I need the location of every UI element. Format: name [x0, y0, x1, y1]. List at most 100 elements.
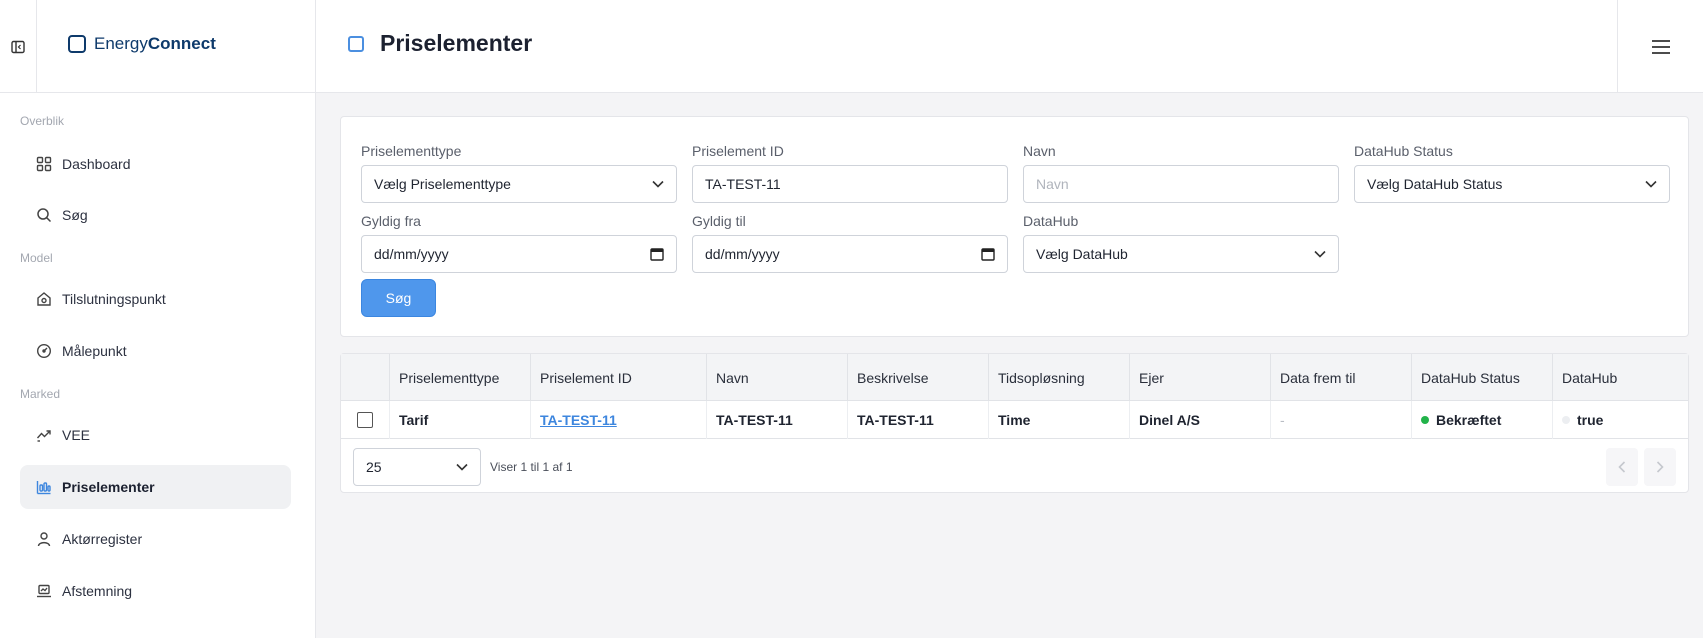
chevron-down-icon	[456, 463, 468, 471]
sidebar-item-label: Aktørregister	[62, 531, 143, 547]
column-header[interactable]: Beskrivelse	[847, 354, 988, 401]
chevron-down-icon	[1314, 250, 1326, 258]
grid-icon	[36, 156, 52, 172]
sidebar-item-label: Målepunkt	[62, 343, 127, 359]
column-header[interactable]: Priselement ID	[530, 354, 706, 401]
sidebar-item-priselementer[interactable]: Priselementer	[20, 465, 291, 509]
chevron-right-icon	[1656, 461, 1664, 473]
sidebar: EnergyConnect Overblik Dashboard Søg Mod…	[0, 0, 316, 638]
cell-data-until: -	[1270, 401, 1411, 439]
column-header[interactable]: DataHub	[1552, 354, 1688, 401]
sidebar-item-label: Tilslutningspunkt	[62, 291, 166, 307]
filter-name-field: Navn Navn	[1023, 143, 1339, 203]
section-label-marked: Marked	[20, 387, 61, 401]
cell-status: Bekræftet	[1411, 401, 1552, 439]
collapse-sidebar-button[interactable]	[0, 0, 37, 93]
row-checkbox[interactable]	[357, 412, 373, 428]
price-chart-icon	[36, 481, 51, 495]
previous-page-button[interactable]	[1606, 448, 1638, 486]
filter-panel: Priselementtype Vælg Priselementtype Pri…	[340, 116, 1689, 337]
calendar-icon[interactable]	[650, 247, 664, 261]
filter-datahub-label: DataHub	[1023, 213, 1079, 229]
filter-name-input[interactable]: Navn	[1023, 165, 1339, 203]
filter-id-field: Priselement ID TA-TEST-11	[692, 143, 1008, 203]
gauge-icon	[36, 343, 52, 359]
filter-type-label: Priselementtype	[361, 143, 462, 159]
cell-id: TA-TEST-11	[530, 401, 706, 439]
user-icon	[37, 532, 51, 547]
sidebar-item-vee[interactable]: VEE	[20, 413, 291, 457]
chevron-down-icon	[1645, 180, 1657, 188]
table-header: Priselementtype Priselement ID Navn Besk…	[341, 354, 1688, 401]
page-size-select[interactable]: 25	[353, 448, 481, 486]
column-header[interactable]: Tidsopløsning	[988, 354, 1129, 401]
next-page-button[interactable]	[1644, 448, 1676, 486]
sidebar-item-dashboard[interactable]: Dashboard	[20, 142, 291, 186]
datahub-value: true	[1577, 412, 1604, 428]
status-dot-icon	[1421, 416, 1429, 424]
column-header[interactable]: Priselementtype	[389, 354, 530, 401]
priselement-link[interactable]: TA-TEST-11	[540, 412, 617, 428]
column-header[interactable]: Navn	[706, 354, 847, 401]
filter-status-field: DataHub Status Vælg DataHub Status	[1354, 143, 1670, 203]
sidebar-item-label: VEE	[62, 427, 91, 443]
filter-id-input[interactable]: TA-TEST-11	[692, 165, 1008, 203]
filter-type-field: Priselementtype Vælg Priselementtype	[361, 143, 677, 203]
sidebar-item-search[interactable]: Søg	[20, 193, 291, 237]
chevron-down-icon	[652, 180, 664, 188]
results-table: Priselementtype Priselement ID Navn Besk…	[340, 353, 1689, 493]
filter-status-select[interactable]: Vælg DataHub Status	[1354, 165, 1670, 203]
logo[interactable]: EnergyConnect	[68, 34, 216, 54]
filter-valid-to-label: Gyldig til	[692, 213, 746, 229]
laptop-icon	[37, 584, 51, 598]
sidebar-toggle-icon	[11, 40, 25, 53]
search-button[interactable]: Søg	[361, 279, 436, 317]
datahub-dot-icon	[1562, 416, 1570, 424]
filter-datahub-field: DataHub Vælg DataHub	[1023, 213, 1339, 273]
filter-valid-to-input[interactable]: dd/mm/yyyy	[692, 235, 1008, 273]
column-header[interactable]: DataHub Status	[1411, 354, 1552, 401]
filter-datahub-select[interactable]: Vælg DataHub	[1023, 235, 1339, 273]
column-header[interactable]: Ejer	[1129, 354, 1270, 401]
pagination-left: 25 Viser 1 til 1 af 1	[353, 448, 573, 486]
pagination-info: Viser 1 til 1 af 1	[490, 460, 573, 474]
filter-valid-from-input[interactable]: dd/mm/yyyy	[361, 235, 677, 273]
select-column-header	[341, 354, 389, 401]
section-label-model: Model	[20, 251, 53, 265]
filter-valid-to-field: Gyldig til dd/mm/yyyy	[692, 213, 1008, 273]
sidebar-item-label: Dashboard	[62, 156, 131, 172]
cell-type: Tarif	[389, 401, 530, 439]
menu-button[interactable]	[1617, 0, 1703, 93]
sidebar-item-aktorregister[interactable]: Aktørregister	[20, 517, 291, 561]
cell-datahub: true	[1552, 401, 1688, 439]
column-header[interactable]: Data frem til	[1270, 354, 1411, 401]
cell-resolution: Time	[988, 401, 1129, 439]
section-label-overblik: Overblik	[20, 114, 65, 128]
sidebar-item-afstemning[interactable]: Afstemning	[20, 569, 291, 613]
sidebar-item-tilslutningspunkt[interactable]: Tilslutningspunkt	[20, 277, 291, 321]
table-row[interactable]: Tarif TA-TEST-11 TA-TEST-11 TA-TEST-11 T…	[341, 401, 1688, 439]
filter-type-select[interactable]: Vælg Priselementtype	[361, 165, 677, 203]
cell-owner: Dinel A/S	[1129, 401, 1270, 439]
status-badge: Bekræftet	[1436, 412, 1502, 428]
title-square-icon	[348, 35, 364, 52]
cell-name: TA-TEST-11	[706, 401, 847, 439]
sidebar-item-label: Priselementer	[62, 479, 155, 495]
logo-mark-icon	[68, 35, 86, 53]
search-icon	[37, 208, 52, 223]
filter-name-label: Navn	[1023, 143, 1056, 159]
sidebar-item-label: Søg	[62, 207, 88, 223]
sidebar-header: EnergyConnect	[0, 0, 315, 93]
sidebar-item-malepunkt[interactable]: Målepunkt	[20, 329, 291, 373]
cell-description: TA-TEST-11	[847, 401, 988, 439]
filter-valid-from-label: Gyldig fra	[361, 213, 421, 229]
house-icon	[37, 292, 51, 306]
sidebar-item-label: Afstemning	[62, 583, 133, 599]
calendar-icon[interactable]	[981, 247, 995, 261]
trend-icon	[36, 430, 51, 442]
page-title-group: Priselementer	[348, 30, 532, 57]
hamburger-icon	[1651, 39, 1670, 54]
page-header: Priselementer	[316, 0, 1703, 93]
chevron-left-icon	[1618, 461, 1626, 473]
filter-valid-from-field: Gyldig fra dd/mm/yyyy	[361, 213, 677, 273]
